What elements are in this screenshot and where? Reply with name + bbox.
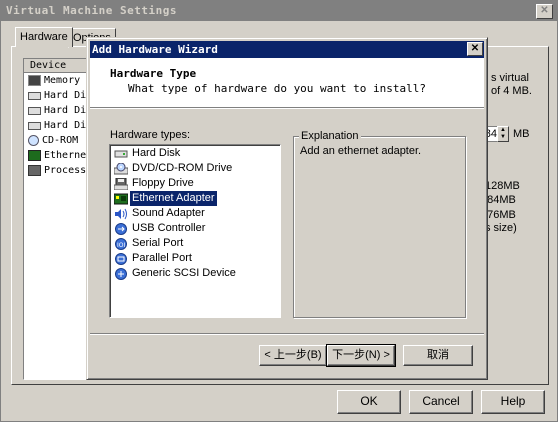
list-item-parallel-port[interactable]: Parallel Port	[114, 251, 194, 266]
help-button[interactable]: Help	[481, 390, 545, 414]
list-item-serial-port[interactable]: IOI Serial Port	[114, 236, 185, 251]
wizard-close-button[interactable]: ✕	[467, 42, 483, 56]
ethernet-icon	[28, 150, 41, 161]
list-item-hard-disk[interactable]: Hard Disk	[114, 146, 182, 161]
window-title: Virtual Machine Settings	[1, 1, 557, 21]
list-item-dvd-cdrom[interactable]: DVD/CD-ROM Drive	[113, 161, 234, 176]
wizard-cancel-button[interactable]: 取消	[403, 345, 473, 366]
list-item-sound-adapter[interactable]: Sound Adapter	[114, 206, 207, 221]
sound-icon	[114, 208, 128, 220]
memory-icon	[28, 75, 41, 86]
cdrom-icon	[28, 135, 39, 146]
wizard-title: Add Hardware Wizard	[90, 41, 484, 58]
scsi-icon	[114, 267, 128, 280]
hard-disk-icon	[28, 121, 41, 130]
hardware-types-list[interactable]: Hard Disk DVD/CD-ROM Drive Floppy Drive …	[109, 144, 281, 318]
hard-disk-icon	[28, 91, 41, 100]
explanation-group	[293, 136, 466, 318]
add-hardware-wizard: Add Hardware Wizard ✕ Hardware Type What…	[86, 37, 488, 380]
window-close-button[interactable]: ✕	[536, 4, 553, 19]
memory-description-text: of 4 MB.	[491, 85, 532, 97]
hard-disk-icon	[28, 106, 41, 115]
memory-guideline-value: 128MB	[485, 180, 520, 192]
footer-divider	[90, 333, 484, 335]
floppy-icon	[113, 177, 129, 190]
memory-description-text: s virtual	[491, 72, 529, 84]
svg-text:IOI: IOI	[117, 242, 125, 249]
usb-icon	[114, 222, 128, 235]
hard-disk-icon	[114, 148, 128, 160]
explanation-text: Add an ethernet adapter.	[300, 145, 422, 157]
list-item-floppy[interactable]: Floppy Drive	[113, 176, 196, 191]
memory-guideline-note: s size)	[485, 222, 517, 234]
cdrom-icon	[113, 162, 129, 175]
serial-port-icon: IOI	[114, 237, 128, 250]
ethernet-icon	[113, 193, 129, 205]
ok-button[interactable]: OK	[337, 390, 401, 414]
header-divider	[90, 108, 484, 109]
back-button[interactable]: < 上一步(B)	[259, 345, 327, 366]
cancel-button[interactable]: Cancel	[409, 390, 473, 414]
page-title: Hardware Type	[110, 67, 197, 80]
memory-spinner[interactable]: ▲ ▼	[497, 126, 509, 142]
list-item-ethernet-adapter[interactable]: Ethernet Adapter	[113, 191, 217, 206]
memory-unit-label: MB	[513, 128, 530, 140]
list-item-usb-controller[interactable]: USB Controller	[114, 221, 207, 236]
next-button[interactable]: 下一步(N) >	[326, 344, 396, 367]
hardware-types-label: Hardware types:	[110, 129, 191, 141]
tab-hardware[interactable]: Hardware	[15, 27, 73, 47]
page-subtitle: What type of hardware do you want to ins…	[128, 82, 427, 95]
list-item-generic-scsi[interactable]: Generic SCSI Device	[114, 266, 238, 281]
processor-icon	[28, 165, 41, 176]
explanation-label: Explanation	[299, 130, 361, 142]
wizard-header: Hardware Type What type of hardware do y…	[90, 58, 484, 108]
parallel-port-icon	[114, 252, 128, 265]
